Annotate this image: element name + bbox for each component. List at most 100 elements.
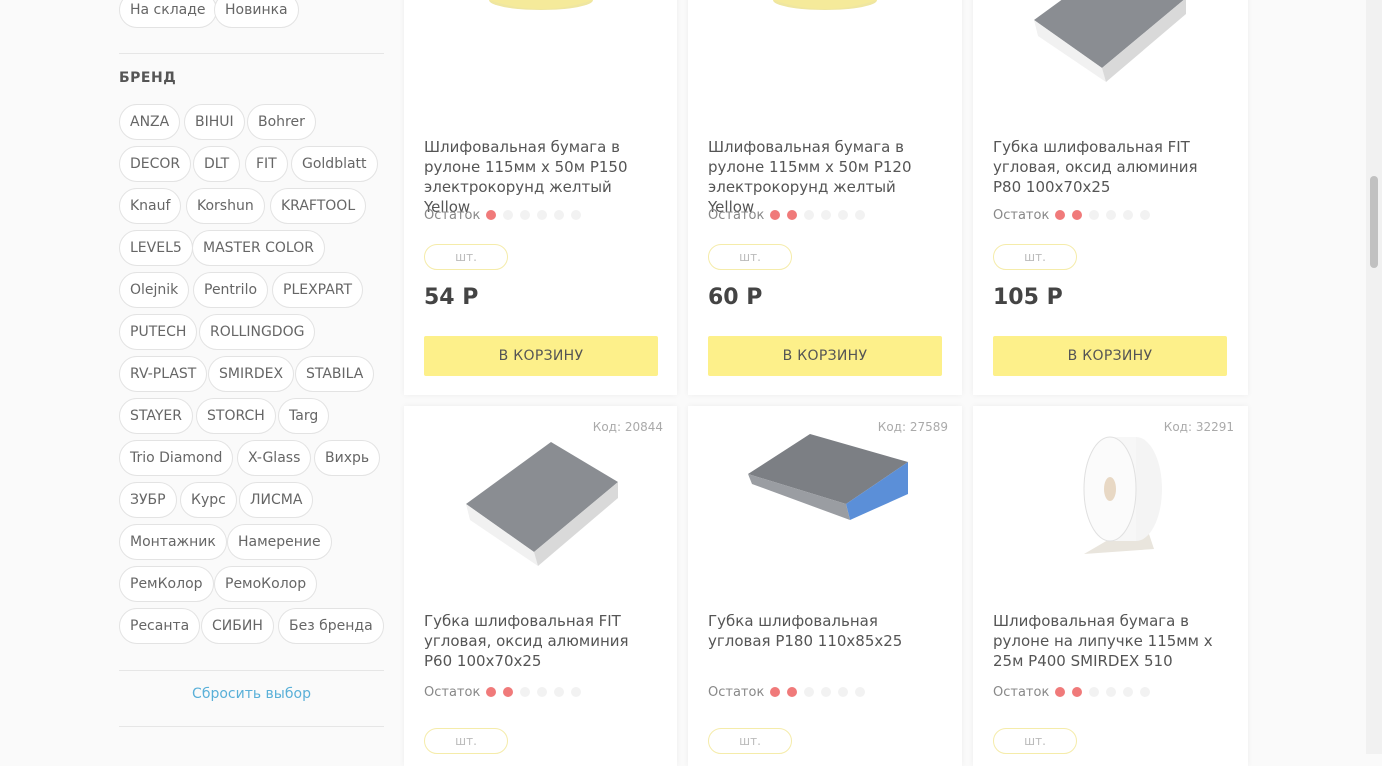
brand-chip[interactable]: DLT [193, 146, 241, 182]
brand-chip[interactable]: ROLLINGDOG [199, 314, 316, 350]
stock-dot [1106, 210, 1117, 220]
stock-dot [821, 687, 832, 697]
brand-chip[interactable]: ANZA [119, 104, 181, 140]
brand-chip[interactable]: ЛИСМА [239, 482, 314, 518]
product-image[interactable] [1024, 0, 1194, 94]
stock-dot [1089, 210, 1100, 220]
brand-chip[interactable]: Goldblatt [291, 146, 378, 182]
product-image[interactable] [456, 0, 626, 24]
product-card[interactable]: Губка шлифовальная FIT угловая, оксид ал… [973, 0, 1248, 395]
quantity-input[interactable]: шт. [993, 244, 1077, 270]
brand-chip[interactable]: Монтажник [119, 524, 227, 560]
brand-chip[interactable]: Bohrer [247, 104, 316, 140]
brand-chip[interactable]: Pentrilo [193, 272, 269, 308]
brand-chip[interactable]: PUTECH [119, 314, 198, 350]
stock-dot [503, 687, 514, 697]
brand-chip[interactable]: Вихрь [314, 440, 381, 476]
product-code: Код: 32291 [1163, 420, 1234, 434]
stock-dot [1089, 687, 1100, 697]
brand-chip[interactable]: Намерение [227, 524, 332, 560]
stock-label: Остаток [708, 208, 765, 223]
brand-chip[interactable]: DECOR [119, 146, 192, 182]
divider [119, 53, 384, 54]
brand-chip[interactable]: RV-PLAST [119, 356, 208, 392]
stock-dot [1140, 210, 1151, 220]
stock-dot [486, 687, 497, 697]
product-image[interactable] [740, 424, 910, 538]
brand-chip[interactable]: ЗУБР [119, 482, 177, 518]
quantity-input[interactable]: шт. [708, 728, 792, 754]
brand-chip[interactable]: Targ [278, 398, 330, 434]
filter-chip-in-stock[interactable]: На складе [119, 0, 217, 28]
stock-dot [537, 687, 548, 697]
product-title[interactable]: Шлифовальная бумага в рулоне 115мм х 50м… [708, 137, 944, 217]
brand-chip[interactable]: PLEXPART [272, 272, 364, 308]
product-card[interactable]: Код: 32291 Шлифовальная бумага в рулоне н… [973, 406, 1248, 766]
brand-chip[interactable]: LEVEL5 [119, 230, 193, 266]
stock-dot [503, 210, 514, 220]
stock-indicator: Остаток [993, 685, 1157, 700]
add-to-cart-button[interactable]: В КОРЗИНУ [708, 336, 942, 376]
product-card[interactable]: Шлифовальная бумага в рулоне 115мм х 50м… [404, 0, 677, 395]
brand-chip[interactable]: Knauf [119, 188, 182, 224]
product-title[interactable]: Шлифовальная бумага в рулоне 115мм х 50м… [424, 137, 660, 217]
product-card[interactable]: Шлифовальная бумага в рулоне 115мм х 50м… [688, 0, 962, 395]
brand-chip[interactable]: РемоКолор [214, 566, 318, 602]
brand-chip[interactable]: KRAFTOOL [270, 188, 367, 224]
stock-dot [804, 687, 815, 697]
stock-dot [804, 210, 815, 220]
divider [119, 726, 384, 727]
divider [119, 670, 384, 671]
brand-chip[interactable]: SMIRDEX [208, 356, 295, 392]
brand-chip[interactable]: X-Glass [237, 440, 312, 476]
quantity-input[interactable]: шт. [993, 728, 1077, 754]
brand-chip[interactable]: STABILA [295, 356, 375, 392]
brand-chip[interactable]: Курс [180, 482, 237, 518]
product-card[interactable]: Код: 27589 Губка шлифовальная угловая Р18… [688, 406, 962, 766]
stock-dot [787, 687, 798, 697]
stock-dot [855, 687, 866, 697]
product-image[interactable] [740, 0, 910, 24]
stock-dot [571, 687, 582, 697]
brand-chip[interactable]: STORCH [196, 398, 276, 434]
add-to-cart-button[interactable]: В КОРЗИНУ [424, 336, 658, 376]
stock-dot [770, 210, 781, 220]
stock-dot [1106, 687, 1117, 697]
brand-chip[interactable]: Korshun [186, 188, 265, 224]
stock-dot [537, 210, 548, 220]
brand-chip[interactable]: РемКолор [119, 566, 214, 602]
product-title[interactable]: Губка шлифовальная FIT угловая, оксид ал… [993, 137, 1229, 197]
brand-chip[interactable]: Без бренда [278, 608, 384, 644]
stock-dot [838, 687, 849, 697]
scrollbar-thumb[interactable] [1370, 176, 1378, 268]
product-price: 54 Р [424, 285, 479, 310]
add-to-cart-button[interactable]: В КОРЗИНУ [993, 336, 1227, 376]
quantity-input[interactable]: шт. [424, 728, 508, 754]
product-title[interactable]: Губка шлифовальная угловая Р180 110х85х2… [708, 611, 944, 651]
brand-chip[interactable]: FIT [245, 146, 288, 182]
filter-chip-new[interactable]: Новинка [214, 0, 299, 28]
quantity-input[interactable]: шт. [424, 244, 508, 270]
brand-chip[interactable]: Trio Diamond [119, 440, 234, 476]
reset-filters-link[interactable]: Сбросить выбор [119, 686, 384, 702]
brand-chip[interactable]: СИБИН [201, 608, 274, 644]
stock-dot [1123, 210, 1134, 220]
quantity-input[interactable]: шт. [708, 244, 792, 270]
brand-chip[interactable]: MASTER COLOR [192, 230, 325, 266]
brand-chip[interactable]: BIHUI [184, 104, 245, 140]
product-price: 60 Р [708, 285, 763, 310]
product-image[interactable] [456, 424, 626, 578]
stock-indicator: Остаток [708, 208, 872, 223]
product-title[interactable]: Губка шлифовальная FIT угловая, оксид ал… [424, 611, 660, 671]
product-card[interactable]: Код: 20844 Губка шлифовальная FIT угловая… [404, 406, 677, 766]
stock-label: Остаток [993, 208, 1050, 223]
page-scrollbar[interactable] [1366, 0, 1382, 754]
brand-chip[interactable]: STAYER [119, 398, 193, 434]
stock-dot [1072, 687, 1083, 697]
product-title[interactable]: Шлифовальная бумага в рулоне на липучке … [993, 611, 1229, 671]
brand-filter-title: БРЕНД [119, 70, 177, 86]
product-image[interactable] [1024, 424, 1174, 578]
brand-chip[interactable]: Ресанта [119, 608, 201, 644]
stock-dot [838, 210, 849, 220]
brand-chip[interactable]: Olejnik [119, 272, 190, 308]
